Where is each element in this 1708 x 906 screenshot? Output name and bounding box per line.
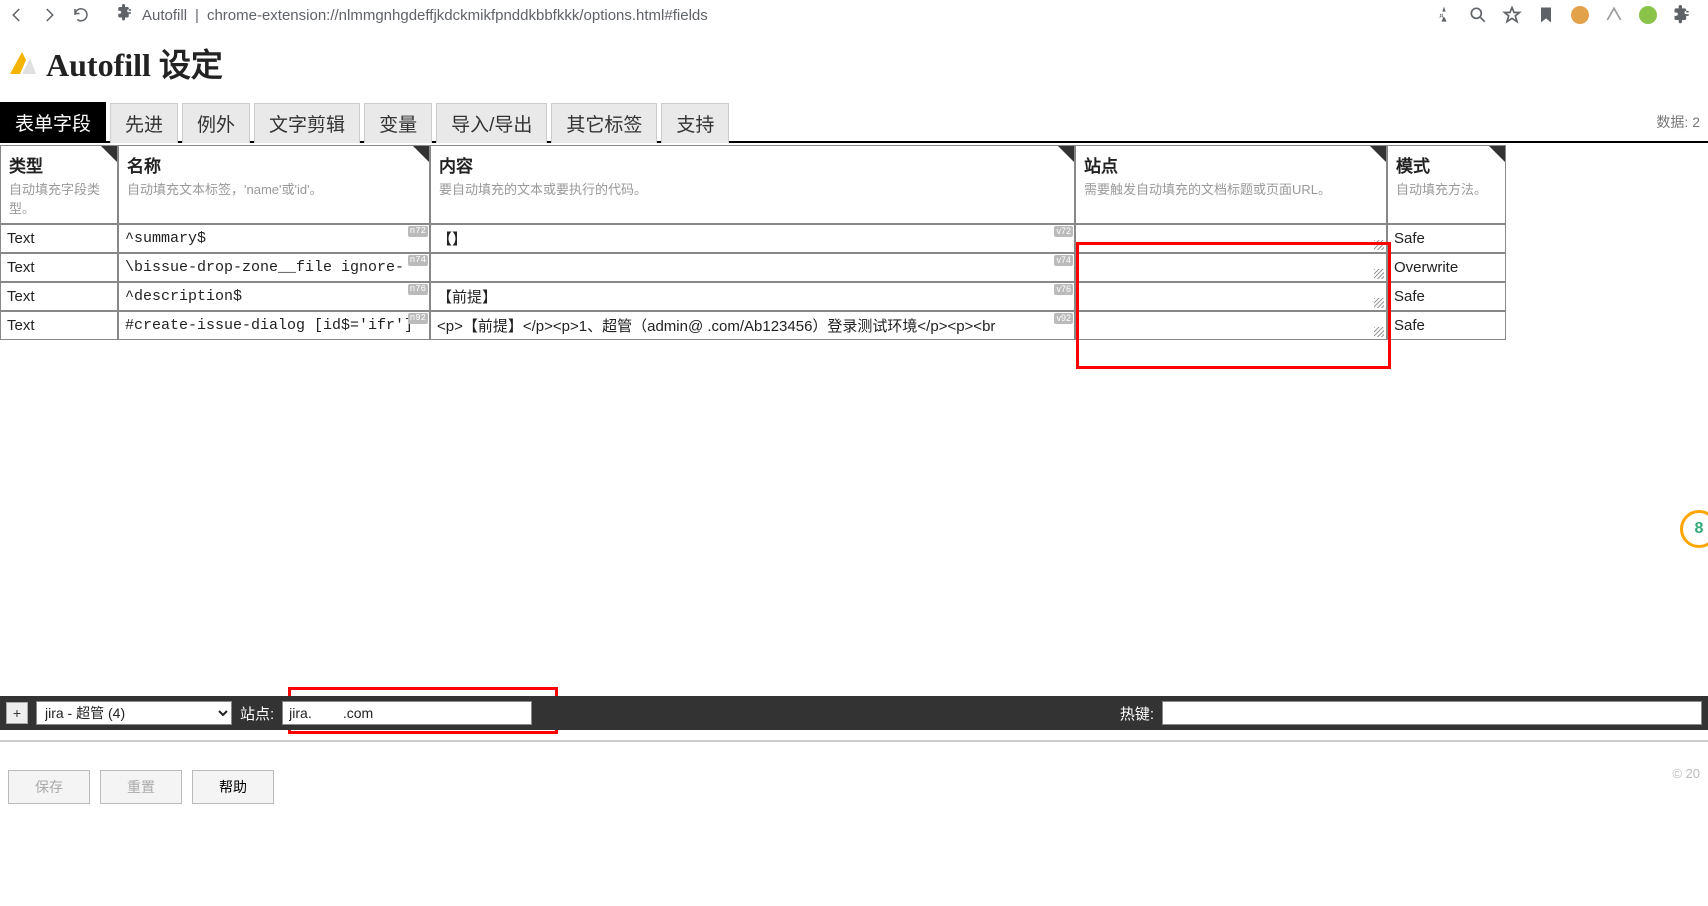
tab-other[interactable]: 其它标签 — [551, 103, 657, 143]
col-header-name[interactable]: 名称 自动填充文本标签，'name'或'id'。 — [118, 145, 430, 224]
tab-support[interactable]: 支持 — [661, 103, 729, 143]
reset-button[interactable]: 重置 — [100, 770, 182, 804]
cell-name[interactable]: ^summary$n72 — [118, 224, 430, 253]
table-row: Text^summary$n72【】v72 Safe — [0, 224, 1708, 253]
autofill-logo-icon — [8, 48, 38, 78]
tab-advanced[interactable]: 先进 — [110, 103, 178, 143]
fields-table: 类型 自动填充字段类型。 名称 自动填充文本标签，'name'或'id'。 内容… — [0, 143, 1708, 340]
add-profile-button[interactable]: + — [6, 702, 28, 724]
resize-handle-icon[interactable] — [1374, 327, 1384, 337]
cell-content[interactable]: 【】v72 — [430, 224, 1075, 253]
resize-handle-icon[interactable] — [1374, 269, 1384, 279]
footer-bar: 保存 重置 帮助 — [0, 762, 1708, 812]
star-icon[interactable] — [1502, 5, 1522, 25]
bottom-bar: + jira - 超管 (4) 站点: 热键: — [0, 696, 1708, 730]
autofill-ext-icon[interactable] — [1604, 5, 1624, 25]
profile-icon[interactable] — [1638, 5, 1658, 25]
hotkey-input[interactable] — [1162, 701, 1702, 725]
save-button[interactable]: 保存 — [8, 770, 90, 804]
copyright: © 20 — [1672, 766, 1700, 781]
cell-name[interactable]: #create-issue-dialog [id$='ifr']n92 — [118, 311, 430, 340]
help-corner-icon[interactable] — [101, 146, 117, 162]
bookmark-icon[interactable] — [1536, 5, 1556, 25]
cell-name[interactable]: \bissue-drop-zone__file ignore-n74 — [118, 253, 430, 282]
page-title: Autofill 设定 — [46, 40, 223, 86]
table-row: Text\bissue-drop-zone__file ignore-n74 v7… — [0, 253, 1708, 282]
reload-button[interactable] — [70, 4, 92, 26]
tab-variables[interactable]: 变量 — [364, 103, 432, 143]
cell-content[interactable]: 【前提】v76 — [430, 282, 1075, 311]
side-badge[interactable]: 8 — [1680, 510, 1708, 548]
cell-mode[interactable]: Safe — [1387, 311, 1506, 340]
col-header-site[interactable]: 站点 需要触发自动填充的文档标题或页面URL。 — [1075, 145, 1387, 224]
profile-select[interactable]: jira - 超管 (4) — [36, 701, 232, 725]
search-icon[interactable] — [1468, 5, 1488, 25]
back-button[interactable] — [6, 4, 28, 26]
help-corner-icon[interactable] — [1058, 146, 1074, 162]
cell-tag: n72 — [408, 226, 428, 237]
cell-type[interactable]: Text — [0, 224, 118, 253]
cell-site[interactable] — [1075, 253, 1387, 282]
cell-tag: n92 — [408, 313, 428, 324]
tabs: 表单字段 先进 例外 文字剪辑 变量 导入/导出 其它标签 支持 数据: 2 — [0, 102, 1708, 143]
browser-toolbar: Autofill | chrome-extension://nlmmgnhgde… — [0, 0, 1708, 30]
site-label: 站点: — [240, 703, 274, 724]
table-row: Text#create-issue-dialog [id$='ifr']n92<… — [0, 311, 1708, 340]
cell-site[interactable] — [1075, 224, 1387, 253]
cookie-icon[interactable] — [1570, 5, 1590, 25]
help-corner-icon[interactable] — [1370, 146, 1386, 162]
cell-type[interactable]: Text — [0, 311, 118, 340]
cell-mode[interactable]: Overwrite — [1387, 253, 1506, 282]
address-bar[interactable]: Autofill | chrome-extension://nlmmgnhgde… — [102, 4, 1424, 26]
col-header-type[interactable]: 类型 自动填充字段类型。 — [0, 145, 118, 224]
cell-tag: v74 — [1054, 255, 1073, 266]
extensions-icon[interactable] — [1672, 5, 1692, 25]
cell-name[interactable]: ^description$n76 — [118, 282, 430, 311]
table-header-row: 类型 自动填充字段类型。 名称 自动填充文本标签，'name'或'id'。 内容… — [0, 145, 1708, 224]
table-row: Text^description$n76【前提】v76 Safe — [0, 282, 1708, 311]
cell-mode[interactable]: Safe — [1387, 282, 1506, 311]
address-ext-name: Autofill — [142, 7, 187, 24]
cell-site[interactable] — [1075, 282, 1387, 311]
cell-content[interactable]: <p>【前提】</p><p>1、超管（admin@ .com/Ab123456）… — [430, 311, 1075, 340]
cell-tag: v92 — [1054, 313, 1073, 324]
tab-exceptions[interactable]: 例外 — [182, 103, 250, 143]
cell-tag: n74 — [408, 255, 428, 266]
address-url: chrome-extension://nlmmgnhgdeffjkdckmikf… — [207, 7, 708, 24]
extension-icon — [116, 4, 134, 26]
tab-import-export[interactable]: 导入/导出 — [436, 103, 547, 143]
tab-text-clips[interactable]: 文字剪辑 — [254, 103, 360, 143]
data-count: 数据: 2 — [1656, 112, 1708, 132]
cell-site[interactable] — [1075, 311, 1387, 340]
site-input[interactable] — [282, 701, 532, 725]
cell-tag: v72 — [1054, 226, 1073, 237]
col-header-content[interactable]: 内容 要自动填充的文本或要执行的代码。 — [430, 145, 1075, 224]
col-header-mode[interactable]: 模式 自动填充方法。 — [1387, 145, 1506, 224]
tab-form-fields[interactable]: 表单字段 — [0, 102, 106, 143]
translate-icon[interactable] — [1434, 5, 1454, 25]
divider — [0, 740, 1708, 742]
toolbar-icons — [1434, 5, 1702, 25]
help-button[interactable]: 帮助 — [192, 770, 274, 804]
resize-handle-icon[interactable] — [1374, 240, 1384, 250]
help-corner-icon[interactable] — [413, 146, 429, 162]
cell-tag: v76 — [1054, 284, 1073, 295]
cell-type[interactable]: Text — [0, 253, 118, 282]
cell-content[interactable]: v74 — [430, 253, 1075, 282]
help-corner-icon[interactable] — [1489, 146, 1505, 162]
page-header: Autofill 设定 — [0, 30, 1708, 102]
cell-type[interactable]: Text — [0, 282, 118, 311]
hotkey-label: 热键: — [1120, 703, 1154, 724]
resize-handle-icon[interactable] — [1374, 298, 1384, 308]
cell-mode[interactable]: Safe — [1387, 224, 1506, 253]
cell-tag: n76 — [408, 284, 428, 295]
forward-button[interactable] — [38, 4, 60, 26]
